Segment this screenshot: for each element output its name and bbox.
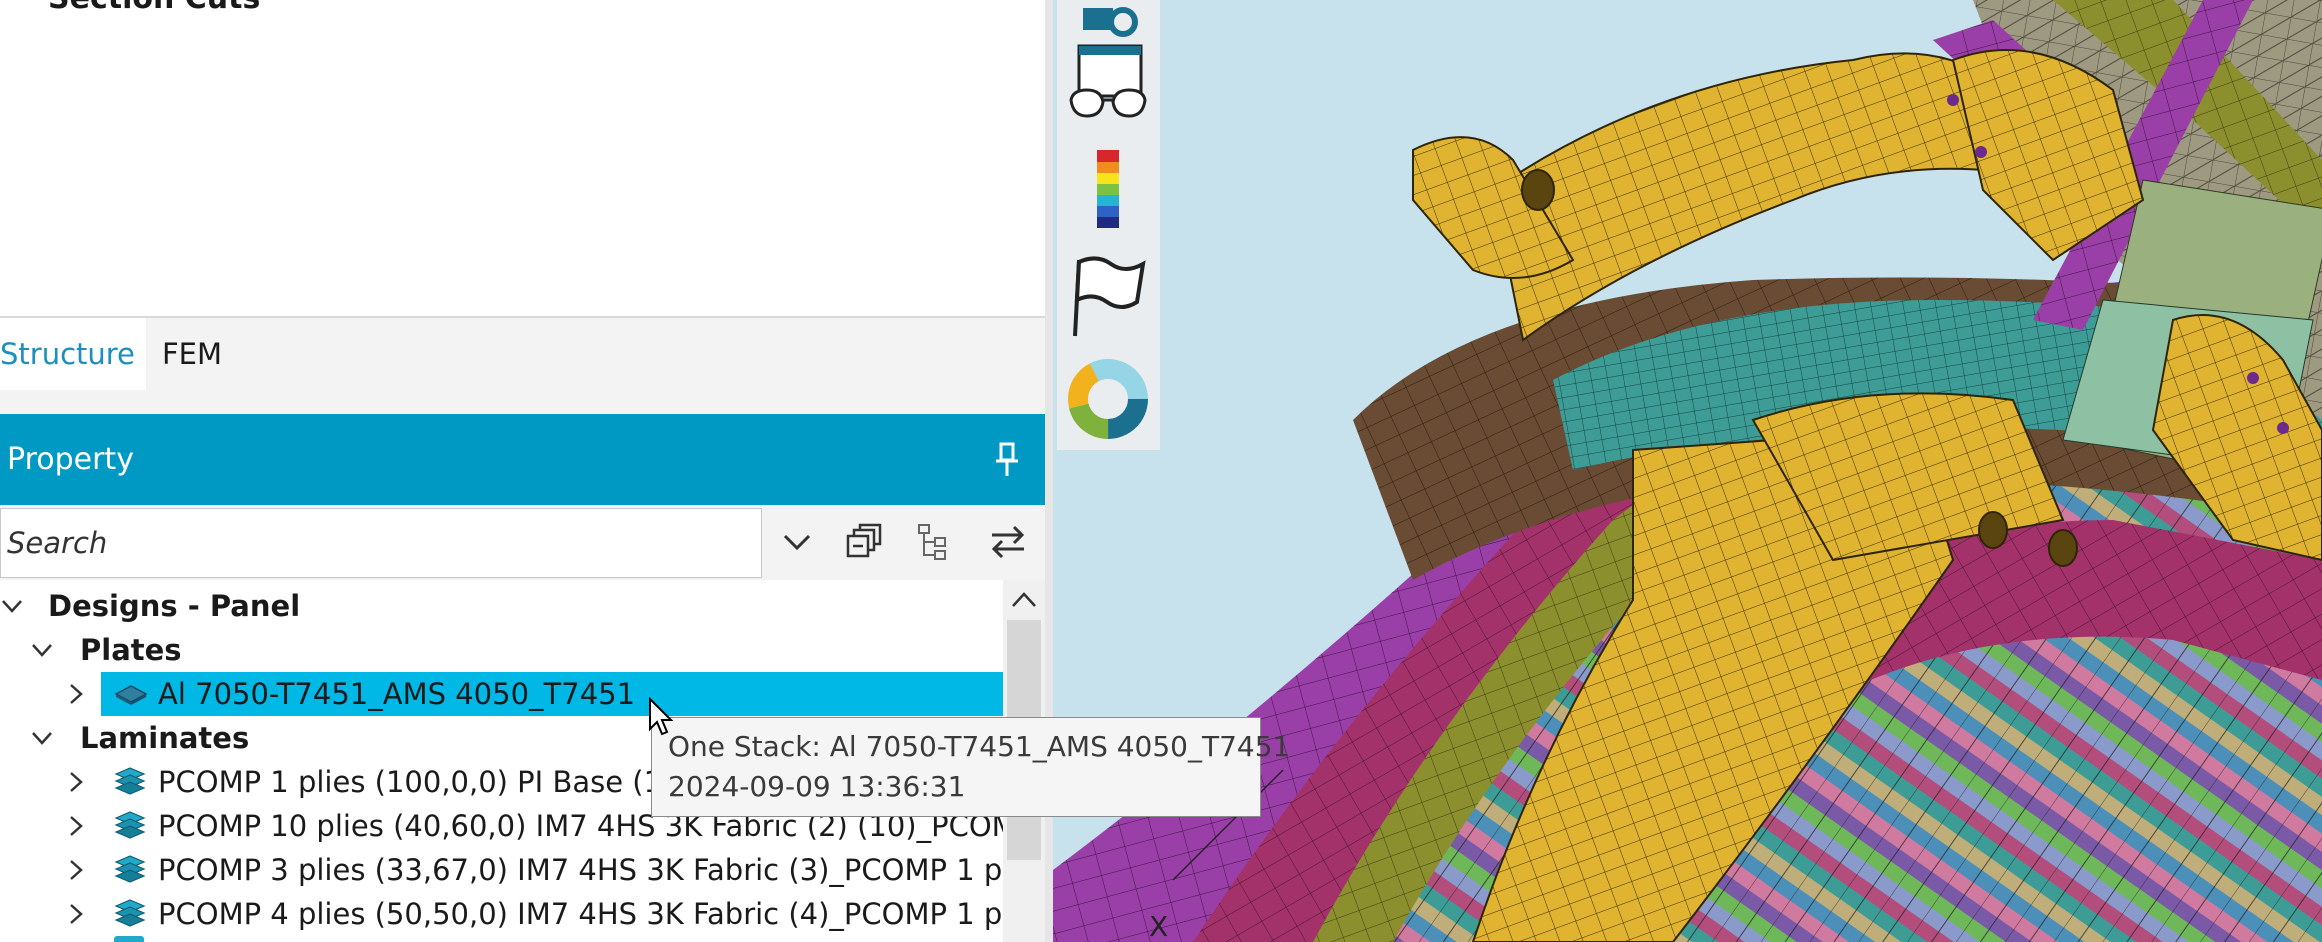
tab-strip: [0, 318, 1045, 414]
collapse-all-icon[interactable]: [844, 522, 884, 562]
laminate-stack-icon: [114, 936, 144, 942]
tree-group-plates[interactable]: Plates: [0, 628, 1003, 672]
tree-root-label: Designs - Panel: [48, 589, 301, 623]
mouse-cursor-icon: [649, 697, 674, 736]
tree-root-row[interactable]: Designs - Panel: [0, 584, 1003, 628]
chevron-right-icon[interactable]: [66, 860, 86, 880]
chevron-right-icon[interactable]: [66, 684, 86, 704]
tooltip-timestamp: 2024-09-09 13:36:31: [668, 770, 966, 803]
donut-chart-icon[interactable]: [1065, 356, 1151, 442]
chevron-down-icon[interactable]: [2, 596, 22, 616]
plate-icon: [114, 685, 148, 705]
chevron-right-icon[interactable]: [66, 816, 86, 836]
glasses-view-icon[interactable]: [1065, 40, 1151, 126]
scroll-up-icon[interactable]: [1011, 590, 1037, 610]
pin-icon[interactable]: [993, 442, 1021, 478]
tooltip: One Stack: Al 7050-T7451_AMS 4050_T7451 …: [651, 717, 1290, 817]
section-cuts-panel: Section Cuts: [0, 0, 1045, 318]
chevron-down-icon[interactable]: [32, 728, 52, 748]
laminate-stack-icon: [114, 767, 146, 795]
axis-x-label: X: [1149, 910, 1168, 942]
tree-item-laminate[interactable]: PCOMP 4 plies (50,50,0) IM7 4HS 3K Fabri…: [0, 892, 1003, 936]
tree-group-label: Plates: [80, 633, 182, 667]
color-legend-icon[interactable]: [1065, 146, 1151, 232]
property-panel-header: Property: [0, 414, 1045, 505]
chevron-down-icon[interactable]: [32, 640, 52, 660]
chevron-right-icon[interactable]: [66, 772, 86, 792]
search-input[interactable]: [7, 521, 747, 565]
tab-structure[interactable]: Structure: [0, 318, 146, 390]
tree-item-plate[interactable]: Al 7050-T7451_AMS 4050_T7451: [0, 672, 1003, 716]
tooltip-title: One Stack: Al 7050-T7451_AMS 4050_T7451: [668, 730, 1291, 763]
tree-item-label: PCOMP 3 plies (33,67,0) IM7 4HS 3K Fabri…: [158, 853, 1003, 887]
laminate-stack-icon: [114, 855, 146, 883]
tree-item-label: PCOMP 4 plies (50,50,0) IM7 4HS 3K Fabri…: [158, 897, 1003, 931]
chevron-right-icon[interactable]: [66, 904, 86, 924]
tree-hierarchy-icon[interactable]: [913, 522, 953, 562]
property-panel-title: Property: [7, 442, 134, 477]
laminate-stack-icon: [114, 899, 146, 927]
tree-group-label: Laminates: [80, 721, 250, 755]
tab-fem[interactable]: FEM: [162, 318, 222, 390]
section-cuts-title: Section Cuts: [48, 0, 260, 14]
tree-item-label: Al 7050-T7451_AMS 4050_T7451: [158, 677, 636, 711]
search-box: [0, 508, 762, 578]
laminate-stack-icon: [114, 811, 146, 839]
flag-icon[interactable]: [1065, 252, 1151, 338]
swap-arrows-icon[interactable]: [988, 522, 1028, 562]
tree-item-laminate[interactable]: PCOMP 3 plies (33,67,0) IM7 4HS 3K Fabri…: [0, 848, 1003, 892]
chevron-down-icon[interactable]: [777, 522, 817, 562]
